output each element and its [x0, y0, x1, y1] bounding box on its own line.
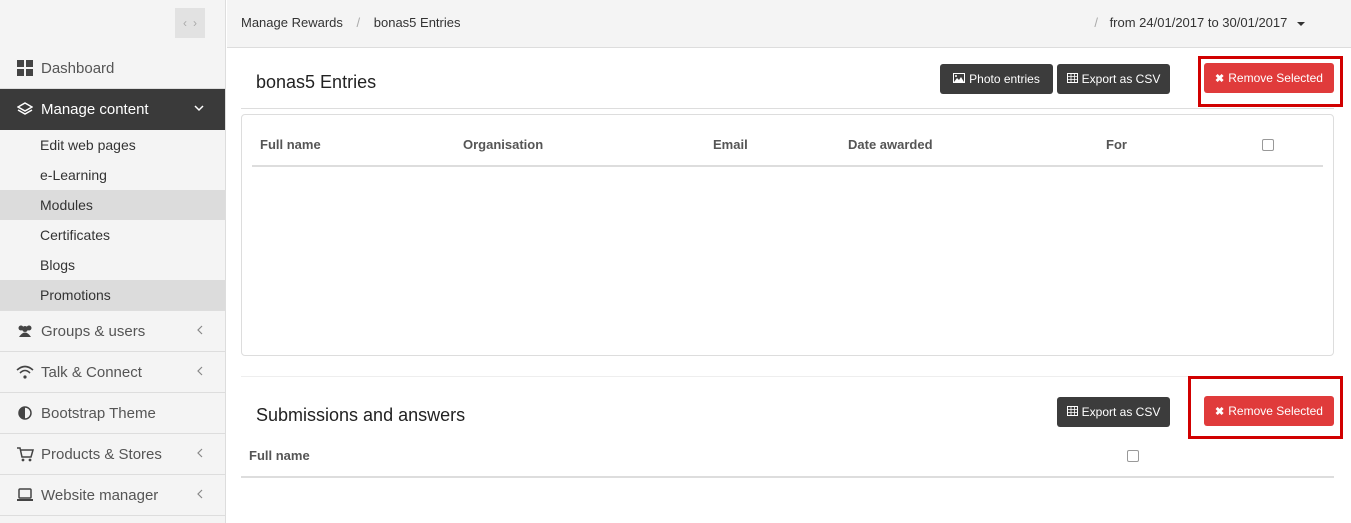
remove-selected-label: Remove Selected: [1228, 71, 1323, 85]
contrast-icon: [15, 406, 35, 420]
sidebar-collapse-button[interactable]: ‹ ›: [175, 8, 205, 38]
date-range-dropdown[interactable]: / from 24/01/2017 to 30/01/2017: [1094, 15, 1305, 30]
photo-entries-label: Photo entries: [969, 72, 1040, 86]
dashboard-icon: [15, 60, 35, 76]
entries-table: Full name Organisation Email Date awarde…: [241, 114, 1334, 356]
chevron-left-icon: [195, 487, 205, 503]
divider: [241, 108, 1334, 109]
image-icon: [953, 72, 966, 86]
photo-entries-button[interactable]: Photo entries: [940, 64, 1053, 94]
sidebar-item-label: Bootstrap Theme: [41, 404, 156, 422]
column-header-for[interactable]: For: [1106, 137, 1127, 152]
sidebar-item-dashboard[interactable]: Dashboard: [0, 48, 225, 89]
remove-selected-button[interactable]: ✖ Remove Selected: [1204, 63, 1334, 93]
top-bar: Manage Rewards / bonas5 Entries / from 2…: [227, 0, 1351, 48]
layers-icon: [15, 101, 35, 118]
sidebar-header: ‹ ›: [0, 0, 225, 48]
chevron-left-icon: [195, 446, 205, 462]
table-icon: [1066, 72, 1078, 86]
sidebar-item-website-manager[interactable]: Website manager: [0, 475, 225, 516]
sidebar-subitem-modules[interactable]: Modules: [0, 190, 225, 220]
sidebar-item-label: Products & Stores: [41, 445, 162, 463]
export-csv-label: Export as CSV: [1081, 405, 1161, 419]
date-range-separator: /: [1094, 15, 1098, 30]
sidebar-item-manage-content[interactable]: Manage content: [0, 89, 225, 130]
table-header-divider: [241, 476, 1334, 478]
date-range-label: from 24/01/2017 to 30/01/2017: [1109, 15, 1288, 30]
submissions-title: Submissions and answers: [256, 405, 466, 425]
caret-down-icon: [1297, 21, 1305, 26]
chevron-left-icon: [195, 364, 205, 380]
column-header-full-name[interactable]: Full name: [249, 448, 310, 463]
cart-icon: [15, 446, 35, 462]
sidebar-subitem-certificates[interactable]: Certificates: [0, 220, 225, 250]
submissions-select-all-checkbox[interactable]: [1127, 450, 1139, 462]
submissions-export-csv-button[interactable]: Export as CSV: [1057, 397, 1170, 427]
chevron-left-icon: ‹: [183, 16, 187, 30]
close-icon: ✖: [1215, 72, 1225, 85]
close-icon: ✖: [1215, 405, 1225, 418]
sidebar: ‹ › Dashboard Manage content Edit web pa…: [0, 0, 226, 523]
laptop-icon: [15, 488, 35, 502]
table-icon: [1066, 405, 1078, 419]
manage-content-submenu: Edit web pages e-Learning Modules Certif…: [0, 130, 225, 311]
remove-selected-label: Remove Selected: [1228, 404, 1323, 418]
sidebar-item-talk-connect[interactable]: Talk & Connect: [0, 352, 225, 393]
sidebar-item-label: Website manager: [41, 486, 159, 504]
divider: [241, 376, 1334, 377]
sidebar-item-label: Groups & users: [41, 322, 146, 340]
sidebar-item-label: Manage content: [41, 101, 149, 118]
sidebar-item-label: Dashboard: [41, 59, 115, 77]
sidebar-item-bootstrap-theme[interactable]: Bootstrap Theme: [0, 393, 225, 434]
sidebar-subitem-promotions[interactable]: Promotions: [0, 280, 225, 310]
wifi-icon: [15, 365, 35, 379]
column-header-email[interactable]: Email: [713, 137, 748, 152]
submissions-remove-selected-button[interactable]: ✖ Remove Selected: [1204, 396, 1334, 426]
export-csv-label: Export as CSV: [1081, 72, 1161, 86]
sidebar-subitem-blogs[interactable]: Blogs: [0, 250, 225, 280]
sidebar-item-products-stores[interactable]: Products & Stores: [0, 434, 225, 475]
column-header-organisation[interactable]: Organisation: [463, 137, 543, 152]
users-icon: [15, 324, 35, 338]
table-header-divider: [252, 165, 1323, 167]
breadcrumb-parent-link[interactable]: Manage Rewards: [241, 15, 343, 30]
sidebar-subitem-elearning[interactable]: e-Learning: [0, 160, 225, 190]
column-header-date-awarded[interactable]: Date awarded: [848, 137, 933, 152]
sidebar-subitem-edit-web-pages[interactable]: Edit web pages: [0, 130, 225, 160]
select-all-checkbox[interactable]: [1262, 139, 1274, 151]
sidebar-item-label: Talk & Connect: [41, 363, 142, 381]
column-header-full-name[interactable]: Full name: [260, 137, 321, 152]
sidebar-item-groups-users[interactable]: Groups & users: [0, 311, 225, 352]
breadcrumb: Manage Rewards / bonas5 Entries: [241, 15, 461, 30]
breadcrumb-separator: /: [356, 15, 361, 30]
chevron-down-icon: [193, 101, 205, 117]
entries-title: bonas5 Entries: [256, 72, 377, 92]
chevron-right-icon: ›: [193, 16, 197, 30]
chevron-left-icon: [195, 323, 205, 339]
breadcrumb-current: bonas5 Entries: [373, 15, 461, 30]
export-csv-button[interactable]: Export as CSV: [1057, 64, 1170, 94]
